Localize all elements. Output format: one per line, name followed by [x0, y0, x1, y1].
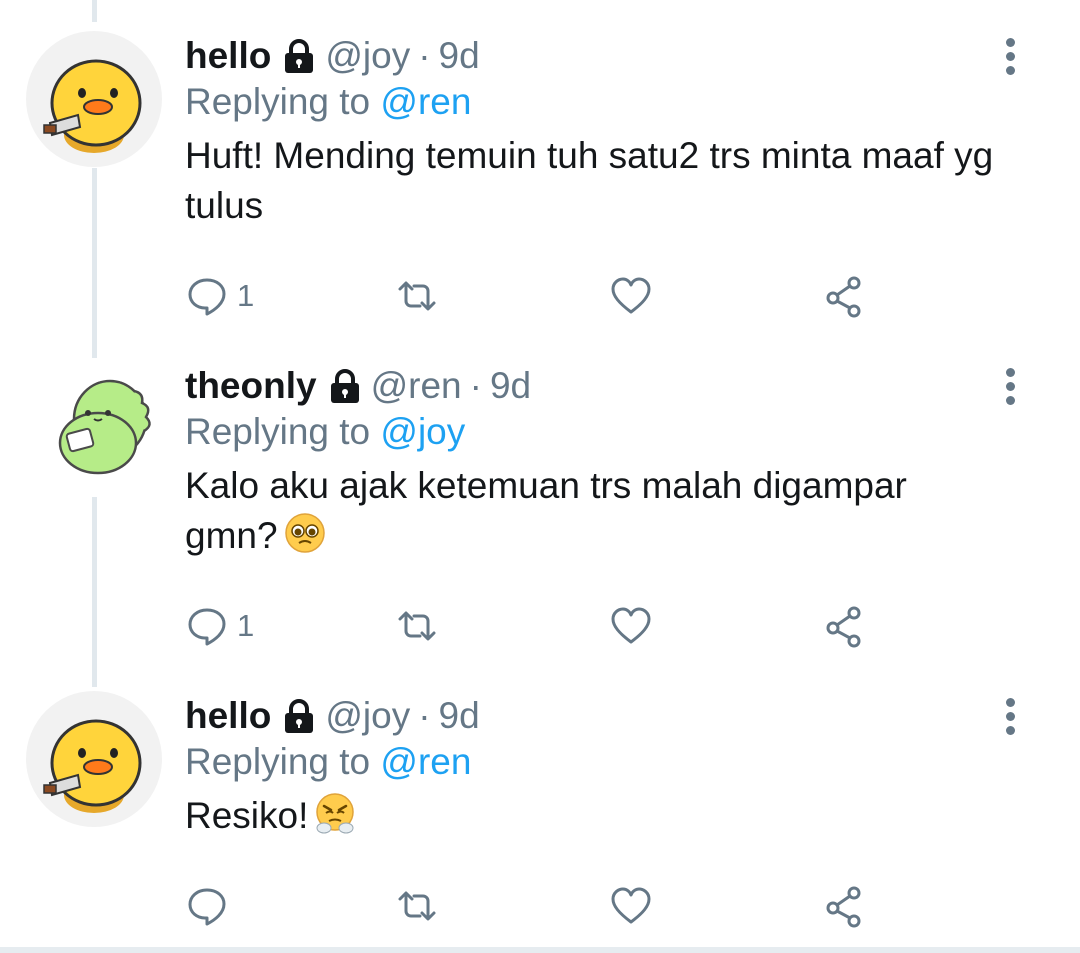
- tweet-text: Resiko!: [185, 791, 1005, 841]
- more-vertical-icon[interactable]: [990, 361, 1030, 411]
- like-button[interactable]: [609, 601, 653, 651]
- thread-line-top: [92, 0, 97, 22]
- more-vertical-icon[interactable]: [990, 691, 1030, 741]
- comment-icon: [188, 608, 226, 646]
- tweet-actions: 1: [185, 271, 885, 321]
- share-icon: [826, 606, 861, 648]
- tweet-text-content: Resiko!: [185, 795, 309, 836]
- share-button[interactable]: [823, 271, 867, 321]
- separator: ·: [469, 365, 482, 406]
- lock-icon: [281, 698, 317, 734]
- tweet[interactable]: hello @joy · 9d Replying to @ren Resiko!: [0, 691, 1080, 941]
- timestamp[interactable]: 9d: [439, 691, 480, 741]
- replying-to-label: Replying to: [185, 741, 371, 782]
- lock-icon: [327, 368, 363, 404]
- user-handle[interactable]: @joy: [325, 31, 410, 81]
- avatar[interactable]: [26, 691, 162, 827]
- retweet-button[interactable]: [395, 271, 439, 321]
- retweet-button[interactable]: [395, 881, 439, 931]
- duck-avatar: [43, 719, 142, 813]
- replying-to: Replying to @ren: [185, 737, 471, 787]
- tweet-header: hello @joy · 9d: [185, 31, 480, 81]
- heart-icon: [611, 887, 651, 924]
- more-vertical-icon[interactable]: [990, 31, 1030, 81]
- tweet-actions: [185, 881, 885, 931]
- comment-icon: [188, 888, 226, 926]
- avatar[interactable]: [26, 361, 162, 497]
- separator: ·: [418, 695, 431, 736]
- replying-to-link[interactable]: @ren: [380, 81, 471, 122]
- user-handle[interactable]: @joy: [325, 691, 410, 741]
- tweet-text-content: Huft! Mending temuin tuh satu2 trs minta…: [185, 135, 994, 226]
- reply-count: 1: [237, 278, 255, 313]
- duck-avatar: [43, 59, 142, 153]
- replying-to-link[interactable]: @ren: [380, 741, 471, 782]
- tweet[interactable]: hello @joy · 9d Replying to @ren Huft! M…: [0, 31, 1080, 321]
- tweet-header: theonly @ren · 9d: [185, 361, 531, 411]
- dino-avatar: [58, 379, 151, 475]
- replying-to-label: Replying to: [185, 81, 371, 122]
- display-name[interactable]: hello: [185, 31, 271, 81]
- reply-count: 1: [237, 608, 255, 643]
- tweet-actions: 1: [185, 601, 885, 651]
- replying-to-link[interactable]: @joy: [380, 411, 465, 452]
- tweet-header: hello @joy · 9d: [185, 691, 480, 741]
- display-name[interactable]: hello: [185, 691, 271, 741]
- pleading-face-emoji: [284, 512, 326, 554]
- like-button[interactable]: [609, 271, 653, 321]
- share-icon: [826, 276, 861, 318]
- separator: ·: [418, 35, 431, 76]
- avatar[interactable]: [26, 31, 162, 167]
- replying-to-label: Replying to: [185, 411, 371, 452]
- heart-icon: [611, 277, 651, 314]
- tweet-text: Kalo aku ajak ketemuan trs malah digampa…: [185, 461, 1005, 561]
- timestamp[interactable]: 9d: [439, 31, 480, 81]
- reply-button[interactable]: [185, 881, 229, 931]
- reply-button[interactable]: 1: [185, 601, 254, 651]
- retweet-icon: [398, 611, 436, 641]
- replying-to: Replying to @ren: [185, 77, 471, 127]
- reply-button[interactable]: 1: [185, 271, 254, 321]
- face-with-steam-emoji: [314, 792, 356, 834]
- retweet-button[interactable]: [395, 601, 439, 651]
- retweet-icon: [398, 891, 436, 921]
- comment-icon: [188, 278, 226, 316]
- share-button[interactable]: [823, 881, 867, 931]
- user-handle[interactable]: @ren: [371, 361, 462, 411]
- retweet-icon: [398, 281, 436, 311]
- share-button[interactable]: [823, 601, 867, 651]
- timestamp[interactable]: 9d: [490, 361, 531, 411]
- share-icon: [826, 886, 861, 928]
- like-button[interactable]: [609, 881, 653, 931]
- tweet-text: Huft! Mending temuin tuh satu2 trs minta…: [185, 131, 1005, 231]
- heart-icon: [611, 607, 651, 644]
- divider: [0, 947, 1080, 953]
- tweet[interactable]: theonly @ren · 9d Replying to @joy Kalo …: [0, 361, 1080, 651]
- replying-to: Replying to @joy: [185, 407, 465, 457]
- display-name[interactable]: theonly: [185, 361, 317, 411]
- lock-icon: [281, 38, 317, 74]
